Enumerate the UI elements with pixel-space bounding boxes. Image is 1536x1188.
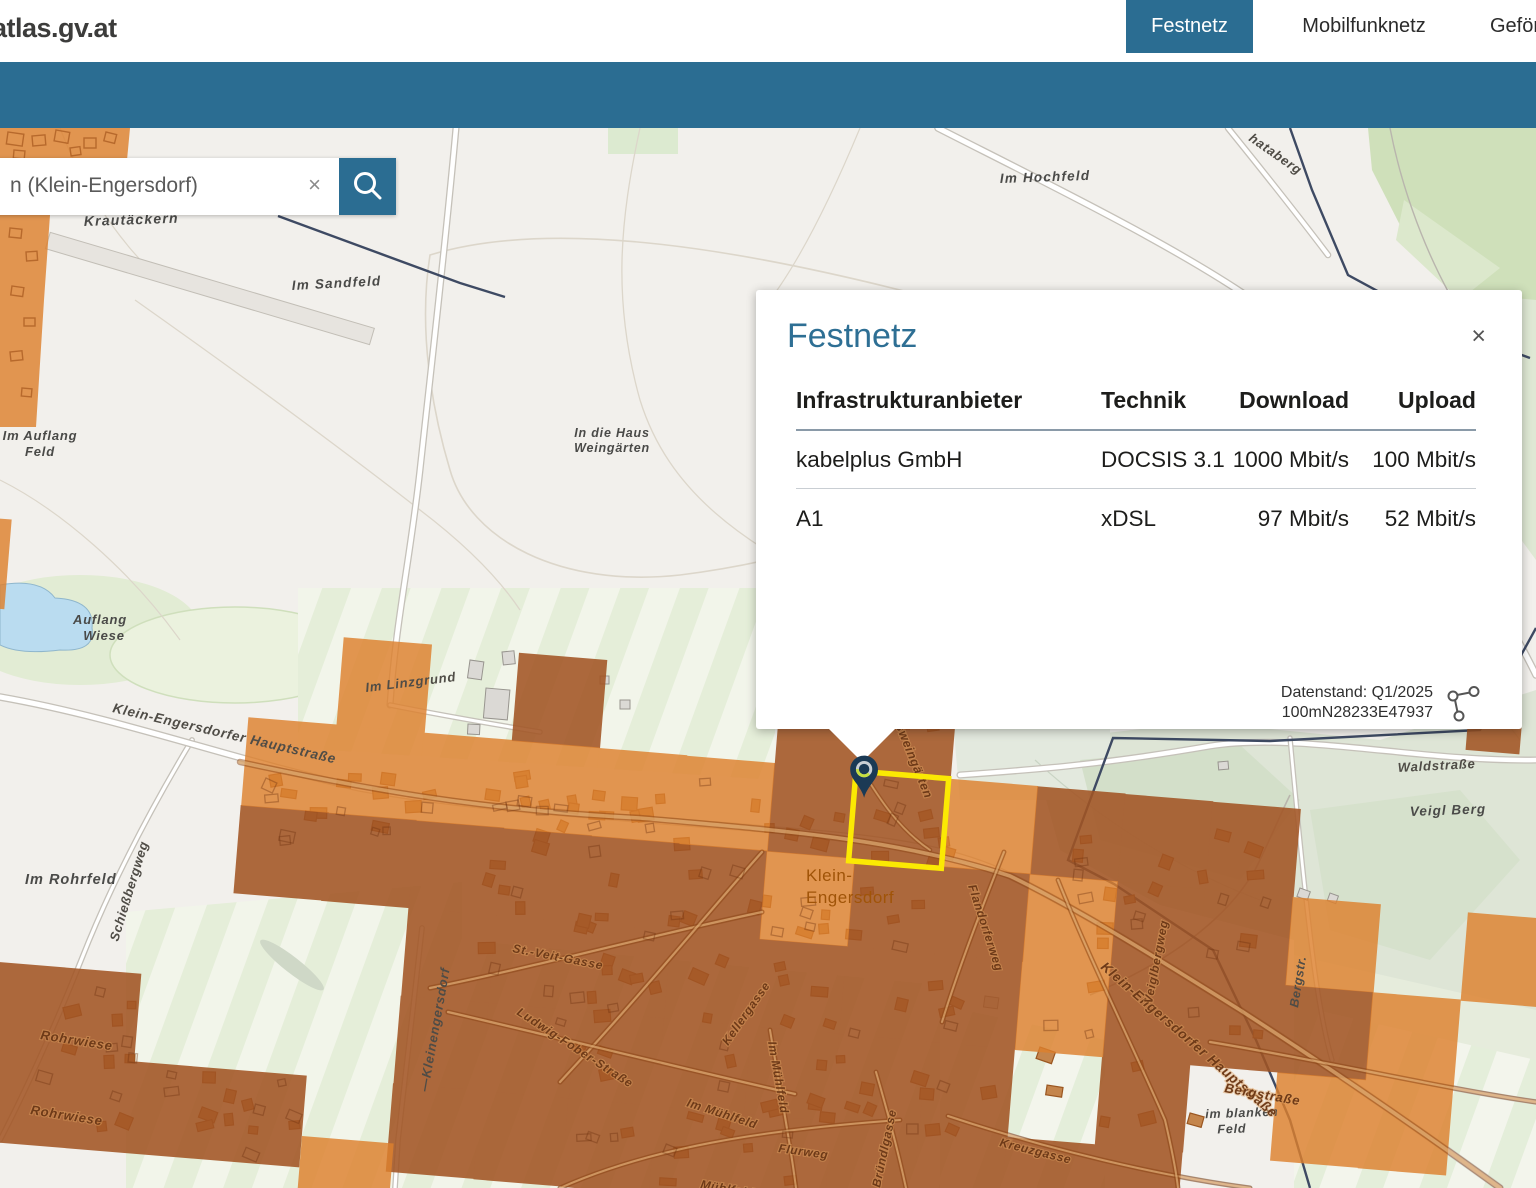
svg-text:Engersdorf: Engersdorf	[806, 888, 894, 907]
svg-text:Feld: Feld	[1217, 1122, 1246, 1137]
svg-text:In die Haus: In die Haus	[574, 426, 649, 440]
svg-text:Feld: Feld	[25, 444, 55, 459]
svg-text:Im Auflang: Im Auflang	[3, 428, 78, 443]
svg-text:Im Hochfeld: Im Hochfeld	[1000, 168, 1091, 186]
svg-text:Veigl Berg: Veigl Berg	[1410, 801, 1487, 819]
svg-text:Klein-: Klein-	[806, 866, 852, 885]
svg-text:Wiese: Wiese	[83, 628, 124, 643]
svg-text:Im Rohrfeld: Im Rohrfeld	[25, 872, 117, 888]
svg-text:Weingärten: Weingärten	[574, 441, 650, 455]
svg-text:Auflang: Auflang	[72, 612, 127, 627]
